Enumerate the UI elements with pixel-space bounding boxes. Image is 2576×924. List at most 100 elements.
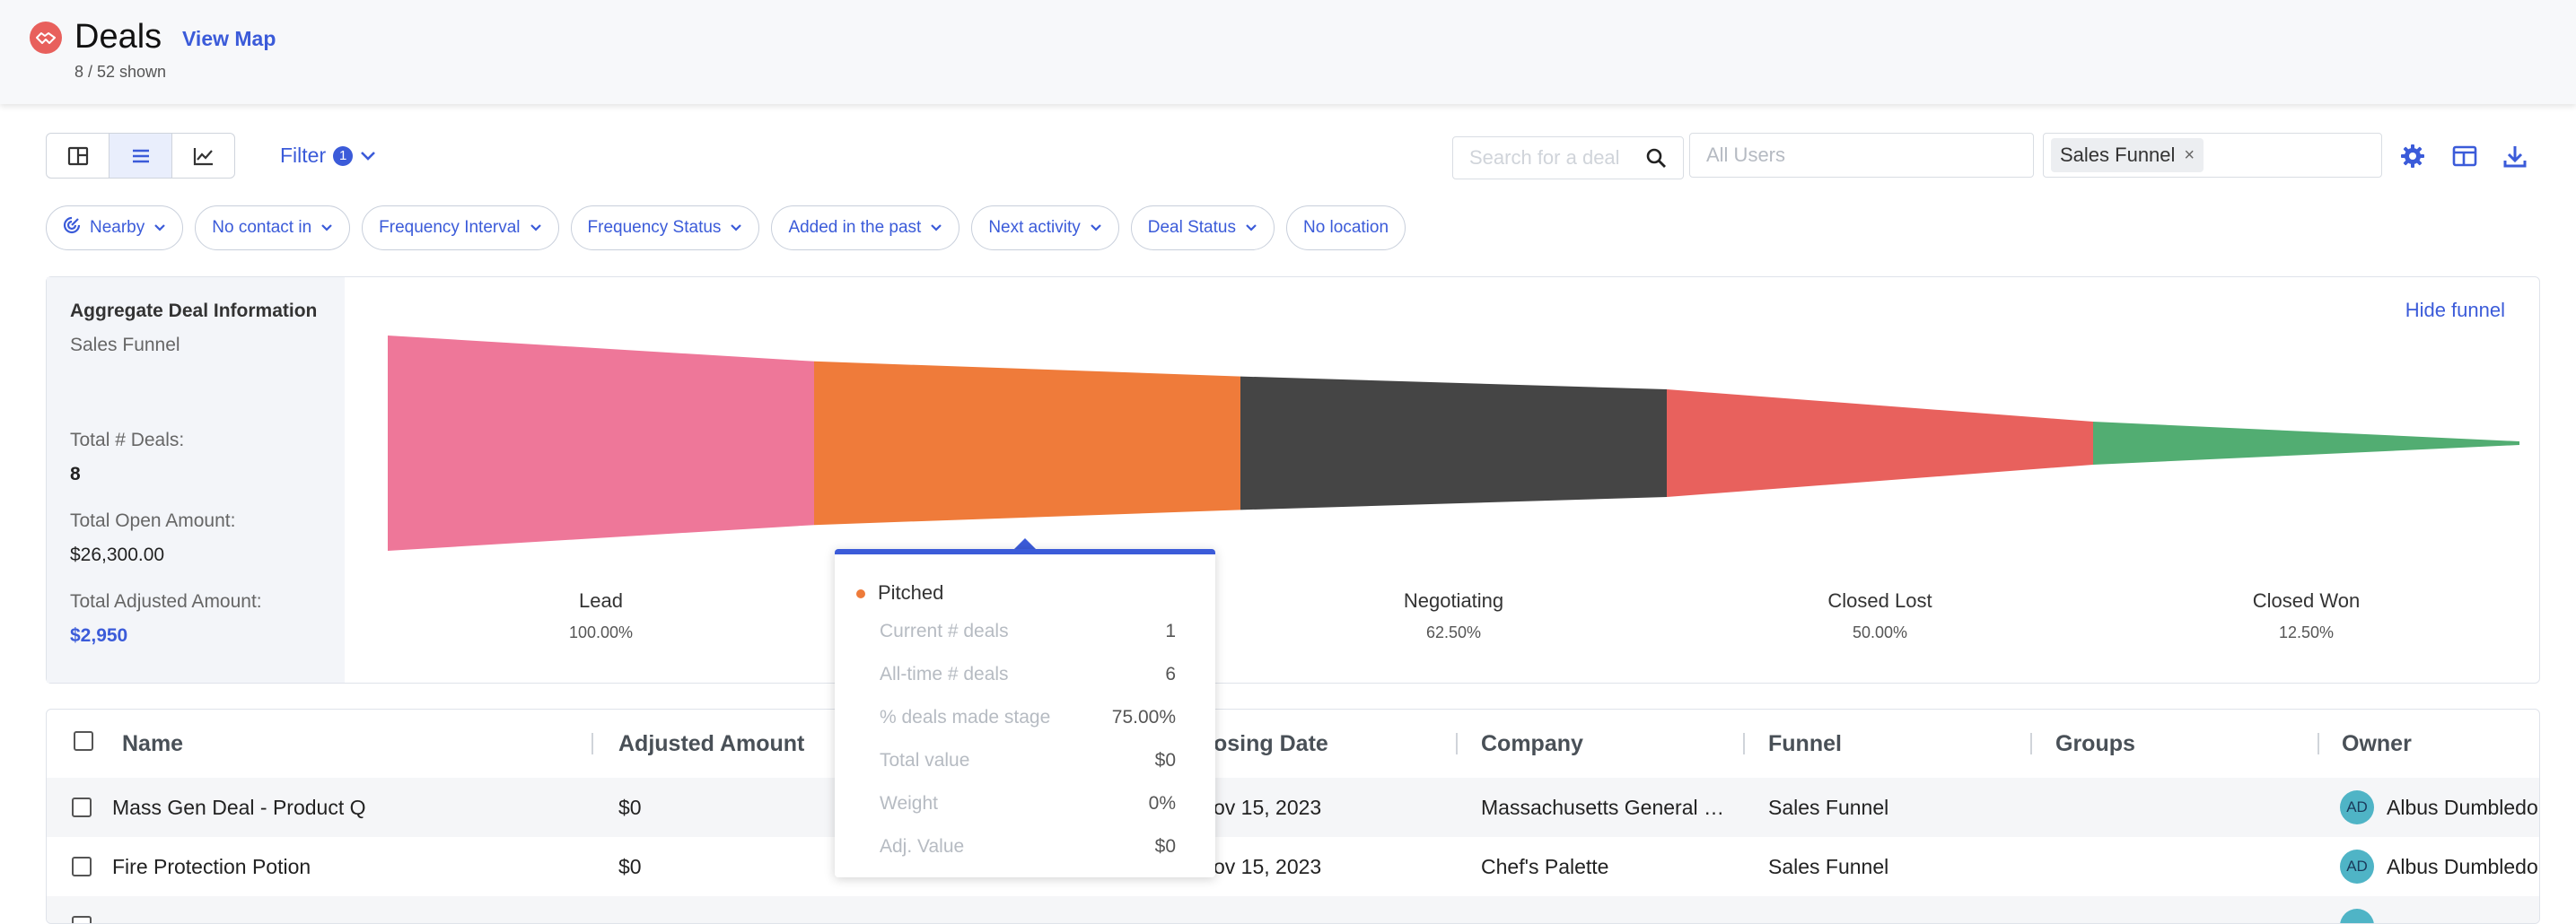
users-placeholder: All Users (1706, 144, 1786, 166)
avatar: AD (2340, 850, 2374, 884)
filter-chip[interactable]: Next activity (971, 205, 1119, 250)
funnel-stage-closed-lost[interactable] (1667, 389, 2093, 497)
stage-percent: 50.00% (1852, 623, 1908, 641)
search-placeholder: Search for a deal (1469, 146, 1620, 169)
funnel: Sales Funnel (1768, 855, 1889, 878)
col-resize-handle[interactable] (591, 733, 593, 754)
avatar (2340, 909, 2374, 923)
tooltip-row-label: All-time # deals (880, 664, 1009, 684)
row-checkbox[interactable] (72, 798, 92, 817)
col-name[interactable]: Name (122, 731, 183, 757)
search-input[interactable]: Search for a deal (1452, 136, 1684, 179)
users-select[interactable]: All Users (1689, 133, 2034, 178)
col-resize-handle[interactable] (2030, 733, 2032, 754)
stage-percent: 12.50% (2278, 623, 2335, 641)
filter-chip[interactable]: Added in the past (771, 205, 960, 250)
funnel-select[interactable]: Sales Funnel × (2043, 133, 2382, 178)
col-resize-handle[interactable] (1743, 733, 1745, 754)
tooltip-row-value: 1 (1165, 621, 1176, 641)
adjusted-amount: $0 (618, 855, 642, 878)
filter-chip-label: Frequency Status (587, 218, 722, 237)
stage-color-dot (856, 589, 865, 598)
chevron-down-icon (320, 218, 333, 238)
list-view-icon[interactable] (110, 134, 172, 178)
view-toggle-group (46, 133, 235, 179)
col-resize-handle[interactable] (1456, 733, 1458, 754)
search-icon[interactable] (1645, 147, 1667, 169)
stage-name: Lead (579, 589, 623, 612)
chevron-down-icon (153, 218, 166, 238)
funnel-stage-lead[interactable] (388, 336, 814, 551)
tooltip-row-value: $0 (1154, 836, 1176, 857)
closing-date: ov 15, 2023 (1214, 796, 1322, 819)
funnel: Sales Funnel (1768, 796, 1889, 819)
chevron-down-icon (930, 218, 942, 238)
col-resize-handle[interactable] (2318, 733, 2319, 754)
col-funnel[interactable]: Funnel (1768, 731, 1842, 757)
table-row[interactable] (47, 896, 2539, 923)
filter-chip[interactable]: No location (1285, 205, 1406, 250)
page-title: Deals (74, 18, 162, 56)
filter-button[interactable]: Filter 1 (280, 144, 376, 168)
stage-percent: 62.50% (1425, 623, 1482, 641)
chart-view-icon[interactable] (172, 134, 234, 178)
download-icon[interactable] (2501, 142, 2529, 170)
filter-chip[interactable]: Frequency Interval (362, 205, 559, 250)
deals-table: Name Adjusted Amount osing Date Company … (46, 709, 2540, 924)
funnel-panel: Aggregate Deal Information Sales Funnel … (46, 276, 2540, 684)
view-map-link[interactable]: View Map (182, 27, 276, 51)
chevron-down-icon (530, 218, 542, 238)
row-checkbox[interactable] (72, 857, 92, 876)
table-row[interactable]: Fire Protection Potion $0 ov 15, 2023 Ch… (47, 837, 2539, 896)
funnel-chart (388, 336, 2519, 551)
col-owner[interactable]: Owner (2342, 731, 2412, 757)
adjusted-amount: $0 (618, 796, 642, 819)
columns-icon[interactable] (2450, 142, 2479, 170)
tooltip-row-label: % deals made stage (880, 707, 1051, 728)
filter-chip[interactable]: Deal Status (1130, 205, 1275, 250)
filter-chip[interactable]: No contact in (195, 205, 351, 250)
owner: Albus Dumbledore (2387, 855, 2540, 878)
avatar: AD (2340, 790, 2374, 824)
tooltip-row: Total value $0 (880, 750, 1176, 771)
close-icon[interactable]: × (2184, 145, 2195, 166)
board-view-icon[interactable] (47, 134, 110, 178)
tooltip-row-label: Weight (880, 793, 938, 814)
filter-chip[interactable]: Nearby (46, 205, 184, 250)
tooltip-row-value: $0 (1154, 750, 1176, 771)
filter-chip[interactable]: Frequency Status (570, 205, 760, 250)
tooltip-row-label: Adj. Value (880, 836, 965, 857)
col-adjusted-amount[interactable]: Adjusted Amount (618, 731, 804, 757)
funnel-stage-negotiating[interactable] (1240, 376, 1667, 510)
tooltip-row-value: 6 (1165, 664, 1176, 684)
tooltip-row-label: Total value (880, 750, 970, 771)
shown-count: 8 / 52 shown (74, 63, 167, 81)
filter-label: Filter (280, 144, 327, 167)
col-company[interactable]: Company (1481, 731, 1583, 757)
funnel-stage-closed-won[interactable] (2093, 422, 2519, 465)
filter-chip-label: Deal Status (1147, 218, 1236, 237)
quick-filters: Nearby No contact in Frequency Interval Fre… (46, 205, 1406, 250)
chevron-down-icon (1090, 218, 1102, 238)
table-row[interactable]: Mass Gen Deal - Product Q $0 ov 15, 2023… (47, 778, 2539, 837)
tooltip-title: Pitched (878, 581, 944, 604)
chevron-down-icon (361, 151, 376, 161)
filter-chip-label: Nearby (90, 218, 145, 237)
filter-chip-label: No location (1302, 218, 1389, 237)
col-groups[interactable]: Groups (2055, 731, 2135, 757)
table-header: Name Adjusted Amount osing Date Company … (47, 710, 2539, 778)
tooltip-row: Current # deals 1 (880, 621, 1176, 642)
tooltip-row: Adj. Value $0 (880, 836, 1176, 858)
row-checkbox[interactable] (72, 916, 92, 923)
deal-name[interactable]: Fire Protection Potion (112, 855, 311, 879)
settings-icon[interactable] (2398, 142, 2427, 170)
tooltip-row: Weight 0% (880, 793, 1176, 815)
tooltip-row: % deals made stage 75.00% (880, 707, 1176, 728)
stage-tooltip: Pitched Current # deals 1 All-time # deals… (835, 549, 1215, 877)
select-all-checkbox[interactable] (74, 731, 93, 751)
funnel-stage-pitched[interactable] (814, 361, 1240, 526)
filter-chip-label: Added in the past (788, 218, 922, 237)
tooltip-caret (1014, 538, 1036, 549)
col-closing-date[interactable]: osing Date (1214, 731, 1328, 757)
deal-name[interactable]: Mass Gen Deal - Product Q (112, 796, 366, 820)
